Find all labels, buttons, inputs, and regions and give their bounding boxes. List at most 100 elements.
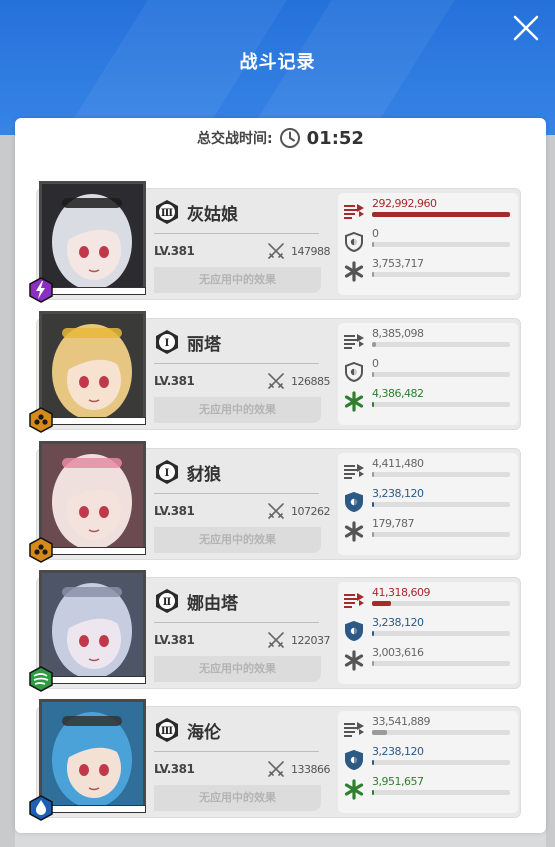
damage-icon [343,201,365,221]
damage-bar-fill [372,730,388,735]
active-effects-label: 无应用中的效果 [154,527,321,553]
shield-value: 3,238,120 [372,616,424,629]
heal-stat-row: 3,753,717 [343,257,519,285]
damage-stat-row: 292,992,960 [343,197,519,225]
electric-element-icon [29,277,53,303]
shield-value: 0 [372,357,379,370]
heal-bar [372,532,510,537]
heal-stat-row: 3,951,657 [343,775,519,803]
shield-value: 3,238,120 [372,487,424,500]
combat-power-value: 133866 [291,763,331,776]
damage-value: 33,541,889 [372,715,430,728]
character-name: 娜由塔 [187,594,238,614]
damage-bar [372,601,510,606]
shield-stat-row: 3,238,120 [343,745,519,773]
heal-bar-fill [372,272,374,277]
close-button[interactable] [510,12,542,44]
character-level: LV.381 [154,762,195,776]
heal-bar [372,402,510,407]
combat-power-value: 122037 [291,634,331,647]
crossed-swords-icon [267,631,285,649]
crossed-swords-icon [267,502,285,520]
shield-stat-row: 0 [343,227,519,255]
character-name: 豺狼 [187,465,221,485]
damage-bar [372,472,510,477]
heal-stat-row: 179,787 [343,517,519,545]
crossed-swords-icon [267,242,285,260]
damage-icon [343,461,365,481]
character-card[interactable]: Ⅰ 丽塔 LV.381 126885 无应用中的效果 8,385,098 0 4,386,48… [29,311,521,433]
shield-value: 3,238,120 [372,745,424,758]
shield-bar-fill [372,760,374,765]
water-element-icon [29,795,53,821]
header-bar: 战斗记录 [0,0,555,135]
burst-rank-icon: Ⅰ [154,329,180,355]
name-divider [154,233,319,234]
page-title: 战斗记录 [239,52,316,73]
shield-bar [372,502,510,507]
heal-icon [343,779,365,800]
shield-bar [372,372,510,377]
shield-value: 0 [372,227,379,240]
total-time-row: 总交战时间: 01:52 [15,126,546,150]
heal-bar [372,790,510,795]
clock-icon [279,128,300,148]
character-level: LV.381 [154,244,195,258]
shield-icon [343,231,365,253]
damage-icon [343,719,365,739]
portrait-hp-bar [51,805,146,813]
heal-value: 3,951,657 [372,775,424,788]
damage-value: 4,411,480 [372,457,424,470]
portrait-hp-bar [51,547,146,555]
character-card[interactable]: Ⅲ 海伦 LV.381 133866 无应用中的效果 33,541,889 3,238,12… [29,699,521,821]
character-card[interactable]: Ⅱ 娜由塔 LV.381 122037 无应用中的效果 41,318,609 3,238,1… [29,570,521,692]
damage-stat-row: 4,411,480 [343,457,519,485]
shield-icon [343,620,365,642]
heal-bar-fill [372,790,374,795]
active-effects-label: 无应用中的效果 [154,397,321,423]
name-divider [154,363,319,364]
name-divider [154,622,319,623]
combat-power-value: 147988 [291,245,331,258]
svg-text:Ⅲ: Ⅲ [161,208,173,219]
shield-bar [372,760,510,765]
damage-icon [343,590,365,610]
right-margin [546,135,555,847]
heal-icon [343,521,365,542]
character-portrait [39,441,146,552]
crossed-swords-icon [267,372,285,390]
damage-value: 8,385,098 [372,327,424,340]
shield-icon [343,749,365,771]
damage-value: 41,318,609 [372,586,430,599]
shield-stat-row: 3,238,120 [343,616,519,644]
heal-value: 3,753,717 [372,257,424,270]
close-icon [513,15,539,41]
character-card[interactable]: Ⅲ 灰姑娘 LV.381 147988 无应用中的效果 292,992,960 0 3,753… [29,181,521,303]
heal-bar [372,272,510,277]
character-level: LV.381 [154,633,195,647]
active-effects-label: 无应用中的效果 [154,656,321,682]
heal-bar-fill [372,532,374,537]
shield-icon [343,491,365,513]
damage-stat-row: 41,318,609 [343,586,519,614]
heal-icon [343,261,365,282]
combat-power-value: 126885 [291,375,331,388]
damage-icon [343,331,365,351]
character-portrait [39,311,146,422]
character-name: 灰姑娘 [187,205,238,225]
name-divider [154,751,319,752]
shield-bar [372,631,510,636]
combat-power-value: 107262 [291,505,331,518]
wind-element-icon [29,666,53,692]
damage-stat-row: 8,385,098 [343,327,519,355]
burst-rank-icon: Ⅰ [154,459,180,485]
character-level: LV.381 [154,504,195,518]
damage-stat-row: 33,541,889 [343,715,519,743]
name-divider [154,493,319,494]
burst-rank-icon: Ⅱ [154,588,180,614]
shield-stat-row: 3,238,120 [343,487,519,515]
iron-element-icon [29,407,53,433]
heal-value: 3,003,616 [372,646,424,659]
shield-bar-fill [372,242,374,247]
character-card[interactable]: Ⅰ 豺狼 LV.381 107262 无应用中的效果 4,411,480 3,238,120… [29,441,521,563]
